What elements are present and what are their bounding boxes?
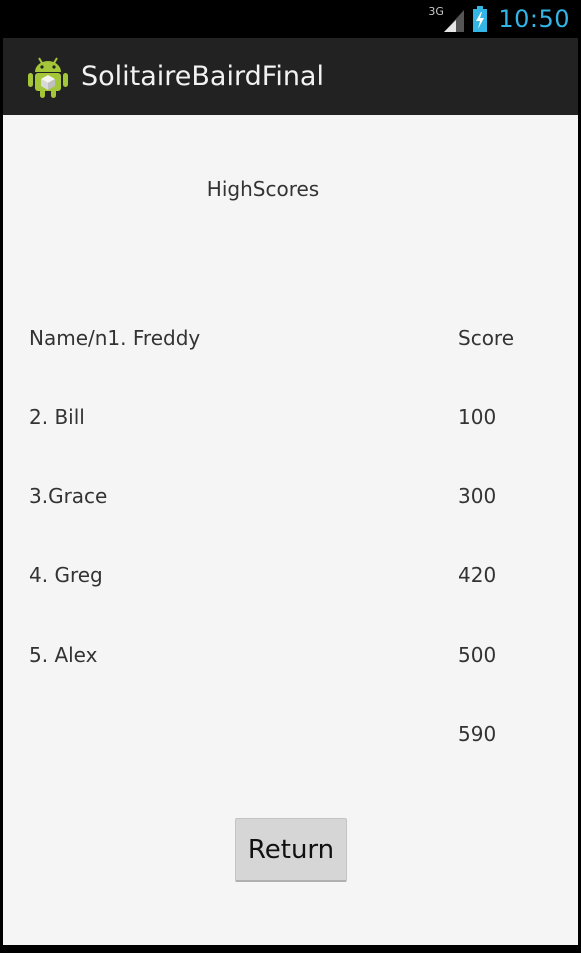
score-line: 420 (458, 563, 497, 588)
status-clock: 10:50 (498, 5, 570, 33)
phone-screen: 3G 10:50 SolitaireBairdFinal HighScores … (3, 0, 578, 945)
score-line: 100 (458, 405, 497, 430)
name-line: 4. Greg (29, 563, 103, 588)
page-title: HighScores (206, 177, 320, 201)
name-line: 3.Grace (29, 484, 108, 509)
score-line: 590 (458, 721, 497, 746)
name-line: 5. Alex (29, 642, 98, 667)
android-robot-icon (28, 56, 68, 98)
scores-column: Score 100 300 420 500 590 (458, 272, 514, 800)
signal-icon: 3G (428, 5, 466, 33)
status-indicators: 3G 10:50 (428, 3, 570, 35)
network-type-label: 3G (428, 5, 444, 18)
score-line: 300 (458, 484, 497, 509)
score-line: Score (458, 325, 515, 350)
app-title: SolitaireBairdFinal (81, 61, 324, 92)
action-bar: SolitaireBairdFinal (3, 38, 578, 115)
battery-icon (473, 6, 488, 32)
names-column: Name/n1. Freddy 2. Bill 3.Grace 4. Greg … (29, 272, 200, 721)
name-line: 2. Bill (29, 405, 85, 430)
highscores-screen: HighScores Name/n1. Freddy 2. Bill 3.Gra… (3, 115, 578, 945)
score-line: 500 (458, 642, 497, 667)
status-bar: 3G 10:50 (3, 0, 578, 38)
name-line: Name/n1. Freddy (29, 325, 201, 350)
return-button[interactable]: Return (235, 818, 347, 882)
